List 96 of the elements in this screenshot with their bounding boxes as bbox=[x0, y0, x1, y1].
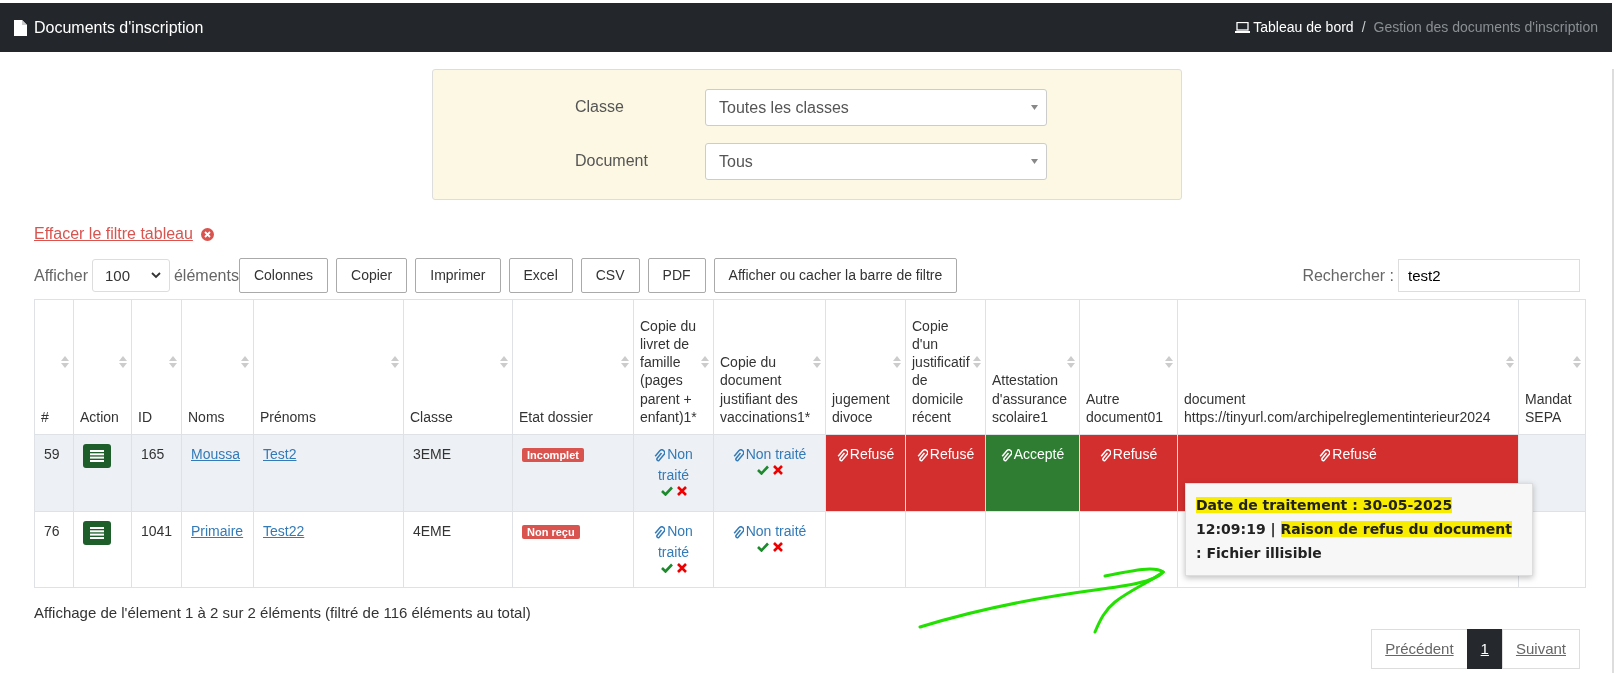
search-label: Rechercher : bbox=[1302, 265, 1394, 286]
table-cell: 59 bbox=[44, 446, 60, 462]
check-icon bbox=[756, 542, 769, 552]
status-badge: Non reçu bbox=[522, 525, 580, 539]
name-link[interactable]: Primaire bbox=[191, 523, 244, 539]
document-link[interactable]: Non traité bbox=[732, 521, 807, 542]
search-field[interactable]: test2 bbox=[1398, 259, 1580, 292]
caret-icon bbox=[1031, 158, 1038, 164]
laptop-icon bbox=[1235, 22, 1251, 33]
sort-icon bbox=[621, 355, 629, 369]
column-header[interactable]: Prénoms bbox=[260, 407, 397, 426]
document-status[interactable]: Refusé bbox=[1080, 435, 1177, 511]
sort-icon bbox=[813, 355, 821, 369]
list-icon bbox=[90, 450, 104, 462]
paperclip-icon bbox=[1099, 448, 1111, 462]
check-icon bbox=[756, 465, 769, 475]
sort-icon bbox=[500, 355, 508, 369]
sort-icon bbox=[241, 355, 249, 369]
page-title: Documents d'inscription bbox=[34, 17, 204, 38]
sort-icon bbox=[391, 355, 399, 369]
sort-icon bbox=[701, 355, 709, 369]
breadcrumb-item[interactable]: Tableau de bord bbox=[1253, 17, 1354, 38]
length-label: Afficher bbox=[34, 265, 88, 286]
check-icon bbox=[660, 563, 673, 573]
list-icon bbox=[90, 527, 104, 539]
tooltip-text: : Fichier illisible bbox=[1196, 544, 1322, 561]
pagination-button[interactable]: 1 bbox=[1466, 628, 1503, 669]
toolbar-button[interactable]: Excel bbox=[508, 258, 573, 293]
paperclip-icon bbox=[1000, 448, 1012, 462]
cross-icon bbox=[676, 486, 687, 496]
clear-filter-link[interactable]: Effacer le filtre tableau bbox=[34, 222, 193, 246]
toolbar-button[interactable]: Copier bbox=[336, 258, 408, 293]
filter-label: Classe bbox=[574, 97, 625, 117]
filter-select[interactable]: Toutes les classes bbox=[705, 88, 1047, 126]
chevron-icon bbox=[150, 272, 161, 279]
tooltip-text: 12:09:19 | bbox=[1196, 520, 1276, 537]
sort-icon bbox=[1067, 355, 1075, 369]
sort-icon bbox=[169, 355, 177, 369]
document-status[interactable]: Refusé bbox=[906, 435, 985, 511]
toolbar-button[interactable]: PDF bbox=[647, 258, 706, 293]
sort-icon bbox=[1506, 355, 1514, 369]
document-status[interactable]: Refusé bbox=[826, 435, 905, 511]
sort-icon bbox=[893, 355, 901, 369]
highlighted-text: Raison de refus du document bbox=[1280, 520, 1512, 537]
sort-icon bbox=[1165, 355, 1173, 369]
document-icon bbox=[14, 19, 27, 36]
column-header[interactable]: Classe bbox=[410, 407, 506, 426]
filter-label: Document bbox=[574, 151, 649, 171]
length-label: éléments bbox=[173, 265, 239, 286]
sort-icon bbox=[61, 355, 69, 369]
toolbar-button[interactable]: Imprimer bbox=[415, 258, 501, 293]
name-link[interactable]: Test2 bbox=[263, 446, 297, 462]
table-cell: 1041 bbox=[141, 523, 173, 539]
column-header[interactable]: Etat dossier bbox=[519, 407, 627, 426]
sort-icon bbox=[1573, 355, 1581, 369]
name-link[interactable]: Moussa bbox=[191, 446, 241, 462]
breadcrumb-separator: / bbox=[1361, 18, 1366, 37]
table-cell: 76 bbox=[44, 523, 60, 539]
column-header[interactable]: ID bbox=[138, 407, 175, 426]
column-header[interactable]: # bbox=[41, 407, 67, 426]
action-button[interactable] bbox=[83, 444, 111, 468]
paperclip-icon bbox=[654, 525, 666, 539]
paperclip-icon bbox=[732, 525, 744, 539]
paperclip-icon bbox=[1319, 448, 1331, 462]
toolbar-button[interactable]: CSV bbox=[580, 258, 640, 293]
toolbar-button[interactable]: Afficher ou cacher la barre de filtre bbox=[713, 258, 958, 293]
table-cell: 4EME bbox=[413, 523, 452, 539]
status-badge: Incomplet bbox=[522, 448, 584, 462]
paperclip-icon bbox=[836, 448, 848, 462]
cross-icon bbox=[676, 563, 687, 573]
pagination-button[interactable]: Suivant bbox=[1501, 628, 1580, 669]
column-header[interactable]: Noms bbox=[188, 407, 247, 426]
highlighted-text: Date de traitement : 30-05-2025 bbox=[1196, 497, 1453, 513]
name-link[interactable]: Test22 bbox=[263, 523, 305, 539]
clear-icon bbox=[200, 227, 214, 241]
sort-icon bbox=[119, 355, 127, 369]
document-status[interactable]: Accepté bbox=[986, 435, 1079, 511]
paperclip-icon bbox=[654, 448, 666, 462]
table-cell: 3EME bbox=[413, 446, 452, 462]
cross-icon bbox=[772, 465, 783, 475]
length-select[interactable]: 100 bbox=[91, 259, 170, 292]
table-info: Affichage de l'élement 1 à 2 sur 2 éléments (filtré de 116 éléments au total) bbox=[34, 603, 532, 623]
document-link[interactable]: Non traité bbox=[732, 444, 807, 465]
caret-icon bbox=[1031, 104, 1038, 110]
column-header[interactable]: Action bbox=[80, 407, 125, 426]
check-icon bbox=[660, 486, 673, 496]
toolbar-button[interactable]: Colonnes bbox=[238, 258, 329, 293]
action-button[interactable] bbox=[83, 521, 111, 545]
cross-icon bbox=[772, 542, 783, 552]
filter-select[interactable]: Tous bbox=[705, 142, 1047, 180]
sort-icon bbox=[973, 355, 981, 369]
paperclip-icon bbox=[916, 448, 928, 462]
pagination-button[interactable]: Précédent bbox=[1371, 628, 1468, 669]
table-cell: 165 bbox=[141, 446, 165, 462]
paperclip-icon bbox=[732, 448, 744, 462]
breadcrumb-item: Gestion des documents d'inscription bbox=[1373, 18, 1598, 37]
